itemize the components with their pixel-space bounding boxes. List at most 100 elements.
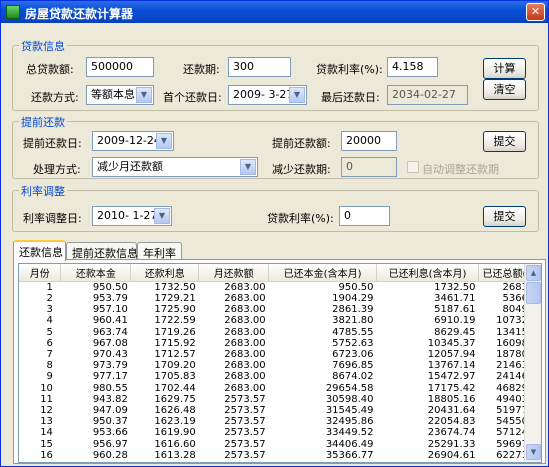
first-date-picker[interactable]: 2009- 3-27 ▼: [228, 85, 307, 105]
vertical-scrollbar[interactable]: ▲ ▼: [524, 264, 541, 462]
table-row[interactable]: 16 960.28 1613.28 2573.57 35366.77 26904.61 62…: [19, 450, 541, 461]
table-row[interactable]: 13 950.37 1623.19 2573.57 32495.86 22054.83 54…: [19, 416, 541, 427]
col-header-principal[interactable]: 还款本金: [60, 264, 132, 282]
col-header-interest[interactable]: 还款利息: [130, 264, 200, 282]
table-row[interactable]: 3 957.10 1725.90 2683.00 2861.39 5187.61 8049.…: [19, 304, 541, 315]
first-date-label: 首个还款日:: [163, 91, 222, 104]
rate-adjust-date-value: 2010- 1-27: [97, 209, 158, 222]
table-row[interactable]: 4 960.41 1722.59 2683.00 3821.80 6910.19 10732…: [19, 315, 541, 326]
chevron-down-icon[interactable]: ▼: [289, 87, 305, 103]
prepay-amount-input[interactable]: 20000: [341, 131, 397, 151]
table-cell: 967.08: [92, 337, 128, 349]
table-cell: 2683.00: [224, 349, 266, 361]
table-cell: 16: [40, 449, 53, 461]
col-header-paid-interest[interactable]: 已还利息(含本月): [376, 264, 479, 282]
table-row[interactable]: 2 953.79 1729.21 2683.00 1904.29 3461.71 5366.…: [19, 293, 541, 304]
table-cell: 1729.21: [154, 293, 196, 305]
period-input[interactable]: 300: [228, 57, 291, 77]
tab-prepay-info[interactable]: 提前还款信息: [66, 242, 138, 260]
table-cell: 10: [40, 382, 53, 394]
table-cell: 2683.00: [224, 282, 266, 293]
table-cell: 4785.55: [332, 326, 374, 338]
table-row[interactable]: 10 980.55 1702.44 2683.00 29654.58 17175.42 46…: [19, 383, 541, 394]
col-header-monthly[interactable]: 月还款额: [198, 264, 270, 282]
method-select[interactable]: 等额本息 ▼: [86, 85, 154, 105]
table-cell: 36330.39: [269, 461, 377, 462]
table-cell: 957.10: [92, 304, 128, 316]
table-row[interactable]: 5 963.74 1719.26 2683.00 4785.55 8629.45 13415…: [19, 327, 541, 338]
table-row[interactable]: 12 947.09 1626.48 2573.57 31545.49 20431.64 51…: [19, 405, 541, 416]
table-cell: 12: [40, 404, 53, 416]
window-title: 房屋贷款还款计算器: [25, 7, 134, 21]
prepay-date-picker[interactable]: 2009-12-24 ▼: [92, 131, 174, 151]
table-cell: 2: [46, 293, 53, 305]
handle-label: 处理方式:: [33, 163, 81, 176]
table-cell: 3461.71: [434, 293, 476, 305]
col-header-month[interactable]: 月份: [19, 264, 62, 282]
chevron-down-icon[interactable]: ▼: [156, 133, 172, 149]
handle-select[interactable]: 减少月还款额 ▼: [92, 157, 258, 177]
repayment-tab-panel: 月份 还款本金 还款利息 月还款额 已还本金(含本月) 已还利息(含本月) 已还…: [13, 259, 546, 464]
table-row[interactable]: 15 956.97 1616.60 2573.57 34406.49 25291.33 59…: [19, 438, 541, 450]
table-cell: 7: [46, 349, 53, 361]
prepay-date-label: 提前还款日:: [23, 137, 82, 150]
table-cell: 6723.06: [332, 349, 374, 361]
table-cell: 1715.92: [154, 337, 196, 349]
method-label: 还款方式:: [31, 91, 79, 104]
period-label: 还款期:: [183, 63, 220, 76]
table-row[interactable]: 9 977.17 1705.83 2683.00 8674.02 15472.97 2414…: [19, 371, 541, 382]
auto-adjust-checkbox[interactable]: [407, 161, 419, 173]
table-cell: 9: [46, 371, 53, 383]
table-cell: 1629.75: [154, 393, 196, 405]
table-cell: 8674.02: [332, 371, 374, 383]
table-cell: 1613.28: [154, 449, 196, 461]
rate-adjust-submit-button[interactable]: 提交: [483, 206, 526, 227]
table-row[interactable]: 8 973.79 1709.20 2683.00 7696.85 13767.14 2146…: [19, 360, 541, 371]
scroll-up-icon[interactable]: ▲: [526, 265, 541, 281]
title-bar[interactable]: 房屋贷款还款计算器 ✕: [1, 1, 548, 23]
tab-annual-rate[interactable]: 年利率: [137, 242, 182, 260]
table-cell: 2683.00: [224, 371, 266, 383]
clear-button[interactable]: 清空: [483, 79, 526, 100]
scroll-down-icon[interactable]: ▼: [526, 444, 541, 460]
table-cell: 1: [46, 282, 53, 293]
total-loan-input[interactable]: 500000: [86, 57, 154, 77]
table-cell: 15472.97: [427, 371, 476, 383]
chevron-down-icon[interactable]: ▼: [154, 208, 170, 224]
table-cell: 960.28: [92, 449, 128, 461]
table-cell: 970.43: [92, 349, 128, 361]
repayment-table[interactable]: 月份 还款本金 还款利息 月还款额 已还本金(含本月) 已还利息(含本月) 已还…: [18, 263, 542, 463]
table-cell: 23674.74: [427, 427, 476, 439]
tab-repayment-info[interactable]: 还款信息: [13, 240, 66, 261]
table-cell: 980.55: [92, 382, 128, 394]
table-row[interactable]: 6 967.08 1715.92 2683.00 5752.63 10345.37 1609…: [19, 338, 541, 349]
scroll-thumb[interactable]: [526, 282, 541, 304]
table-cell: 947.09: [92, 404, 128, 416]
table-cell: 8629.45: [434, 326, 476, 338]
table-row[interactable]: 17963.611609.952573.5736330.3928514.5764…: [19, 461, 541, 462]
rate-adjust-rate-input[interactable]: 0: [339, 206, 390, 226]
chevron-down-icon[interactable]: ▼: [136, 87, 152, 103]
table-cell: 963.61: [61, 461, 131, 462]
calculate-button[interactable]: 计算: [483, 58, 526, 79]
table-cell: 15: [40, 438, 53, 450]
table-row[interactable]: 7 970.43 1712.57 2683.00 6723.06 12057.94 1878…: [19, 349, 541, 360]
rate-adjust-date-picker[interactable]: 2010- 1-27 ▼: [92, 206, 172, 226]
table-cell: 11: [40, 393, 53, 405]
loan-rate-input[interactable]: 4.158: [387, 57, 438, 77]
table-cell: 1626.48: [154, 404, 196, 416]
table-cell: 1623.19: [154, 416, 196, 428]
table-row[interactable]: 11 943.82 1629.75 2573.57 30598.40 18805.16 49…: [19, 394, 541, 405]
col-header-paid-principal[interactable]: 已还本金(含本月): [268, 264, 378, 282]
table-cell: 2573.57: [199, 461, 269, 462]
table-cell: 973.79: [92, 360, 128, 372]
table-row[interactable]: 1 950.50 1732.50 2683.00 950.50 1732.50 2683.0: [19, 282, 541, 294]
table-row[interactable]: 14 953.66 1619.90 2573.57 33449.52 23674.74 57…: [19, 427, 541, 438]
close-button[interactable]: ✕: [526, 3, 545, 21]
table-cell: 13767.14: [427, 360, 476, 372]
table-cell: 1616.60: [154, 438, 196, 450]
chevron-down-icon[interactable]: ▼: [240, 159, 256, 175]
prepay-submit-button[interactable]: 提交: [483, 131, 526, 152]
table-cell: 1619.90: [154, 427, 196, 439]
last-date-field: 2034-02-27: [387, 85, 468, 105]
